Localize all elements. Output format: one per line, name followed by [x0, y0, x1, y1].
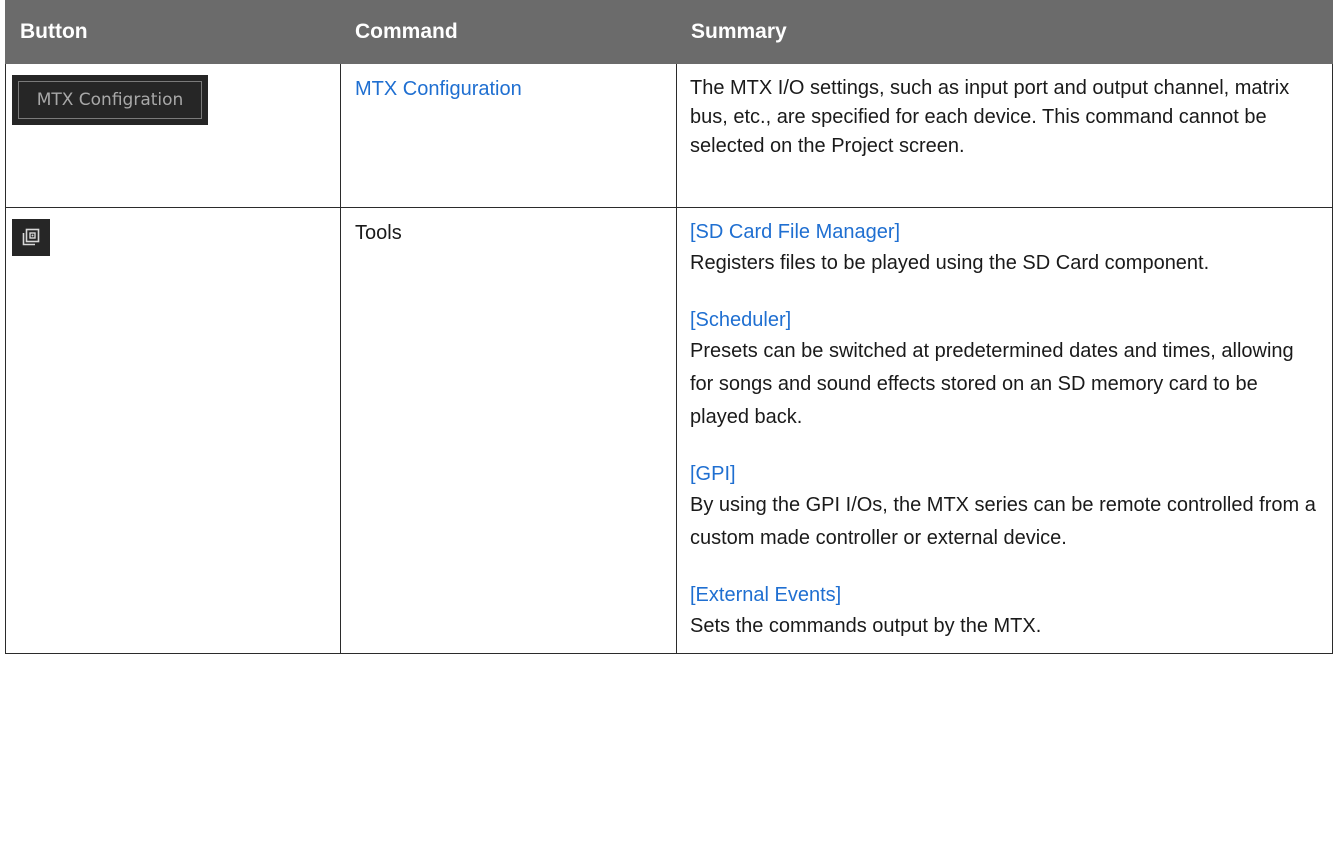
external-events-link[interactable]: [External Events] — [690, 581, 1318, 610]
summary-cell: The MTX I/O settings, such as input port… — [676, 63, 1333, 208]
column-header-button: Button — [5, 0, 341, 64]
column-header-command: Command — [340, 0, 677, 64]
command-table: Button Command Summary MTX Configration … — [5, 0, 1333, 654]
column-header-summary: Summary — [676, 0, 1333, 64]
section-description: Registers files to be played using the S… — [690, 252, 1210, 274]
tools-icon — [22, 228, 40, 246]
mtx-configuration-button[interactable]: MTX Configration — [12, 75, 208, 125]
mtx-configuration-button-label: MTX Configration — [18, 81, 202, 119]
table-header-row: Button Command Summary — [5, 0, 1333, 64]
section-description: By using the GPI I/Os, the MTX series ca… — [690, 494, 1316, 549]
table-row: Tools [SD Card File Manager] Registers f… — [5, 207, 1333, 654]
button-cell — [5, 207, 341, 654]
summary-section: [SD Card File Manager] Registers files t… — [690, 218, 1318, 280]
table-row: MTX Configration MTX Configuration The M… — [5, 63, 1333, 208]
section-description: Presets can be switched at predetermined… — [690, 340, 1294, 428]
sd-card-file-manager-link[interactable]: [SD Card File Manager] — [690, 218, 1318, 247]
summary-section: [GPI] By using the GPI I/Os, the MTX ser… — [690, 460, 1318, 555]
command-cell: MTX Configuration — [340, 63, 677, 208]
mtx-configuration-link[interactable]: MTX Configuration — [355, 78, 522, 100]
tools-button[interactable] — [12, 219, 50, 256]
summary-section: [Scheduler] Presets can be switched at p… — [690, 306, 1318, 434]
summary-section: [External Events] Sets the commands outp… — [690, 581, 1318, 643]
section-description: Sets the commands output by the MTX. — [690, 615, 1042, 637]
summary-cell: [SD Card File Manager] Registers files t… — [676, 207, 1333, 654]
gpi-link[interactable]: [GPI] — [690, 460, 1318, 489]
button-cell: MTX Configration — [5, 63, 341, 208]
scheduler-link[interactable]: [Scheduler] — [690, 306, 1318, 335]
command-cell: Tools — [340, 207, 677, 654]
